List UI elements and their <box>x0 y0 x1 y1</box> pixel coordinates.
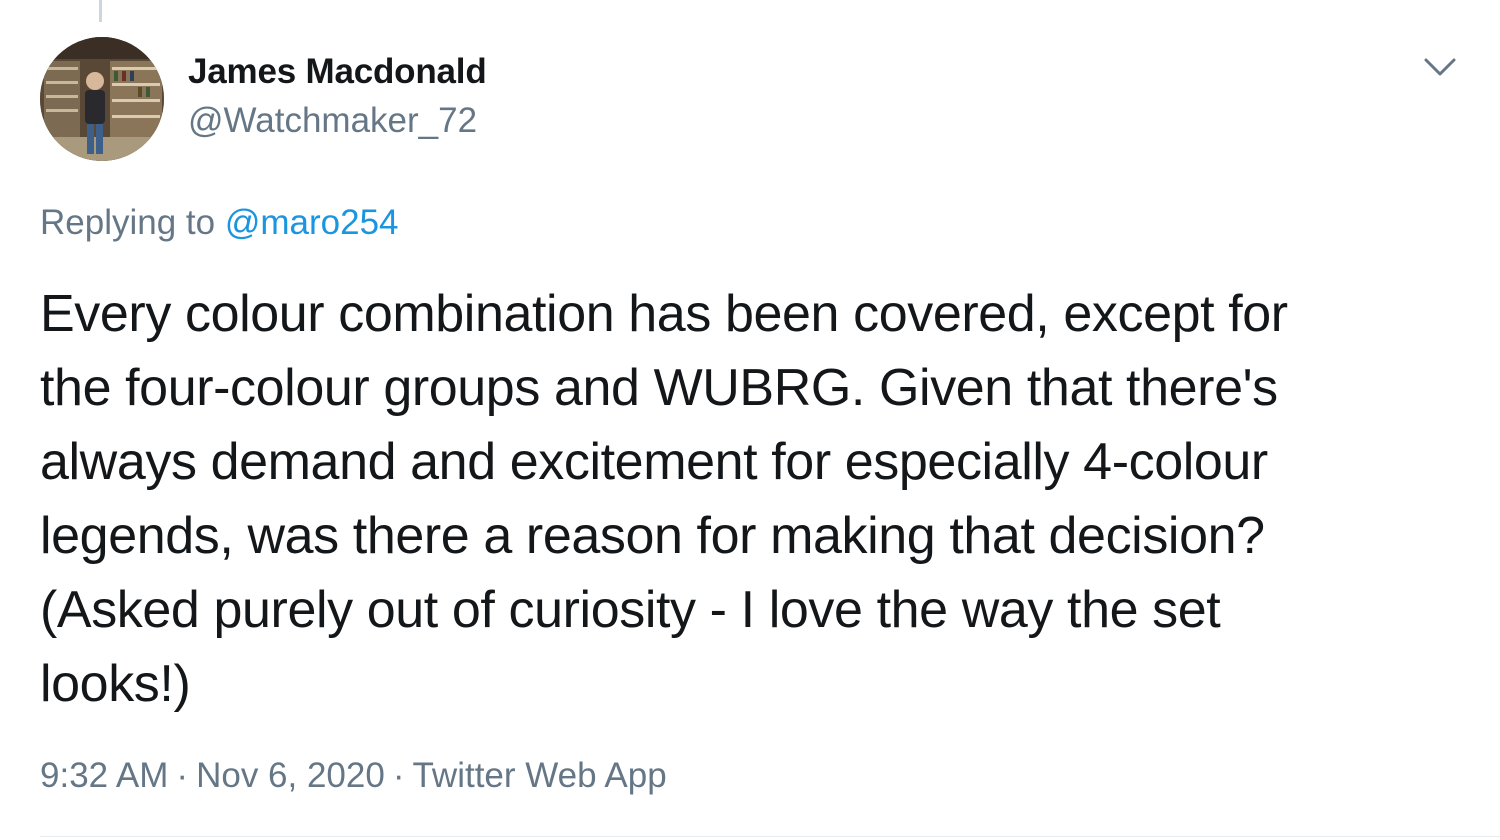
meta-separator: · <box>176 756 189 795</box>
tweet-time[interactable]: 9:32 AM <box>40 756 168 795</box>
replying-to: Replying to @maro254 <box>40 203 399 243</box>
chevron-down-icon <box>1424 58 1456 76</box>
tweet-date[interactable]: Nov 6, 2020 <box>196 756 385 795</box>
author-display-name[interactable]: James Macdonald <box>188 52 487 92</box>
replying-to-label: Replying to <box>40 203 225 242</box>
tweet-meta: 9:32 AM · Nov 6, 2020 · Twitter Web App <box>40 756 667 796</box>
avatar[interactable] <box>40 37 164 161</box>
divider <box>40 836 1500 837</box>
reply-mention-link[interactable]: @maro254 <box>225 203 399 242</box>
meta-separator: · <box>392 756 405 795</box>
thread-connector-line <box>99 0 102 22</box>
more-options-button[interactable] <box>1420 50 1460 84</box>
tweet-text: Every colour combination has been covere… <box>40 285 1288 713</box>
avatar-image <box>40 37 164 161</box>
tweet-source[interactable]: Twitter Web App <box>412 756 666 795</box>
author-handle[interactable]: @Watchmaker_72 <box>188 101 477 141</box>
